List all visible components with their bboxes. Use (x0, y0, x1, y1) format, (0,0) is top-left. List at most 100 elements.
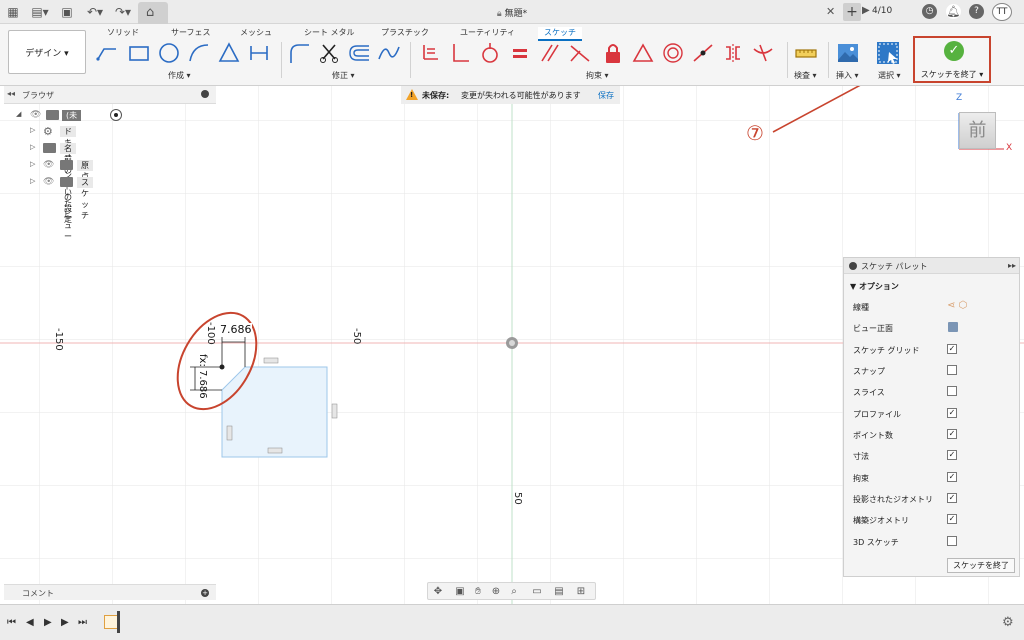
slice-checkbox[interactable] (947, 386, 957, 396)
equal-constraint-icon[interactable] (508, 41, 532, 65)
last-step-icon[interactable]: ⏭ (78, 617, 87, 628)
constraint-glyph[interactable] (263, 357, 279, 364)
select-group-label[interactable]: 選択 ▾ (878, 70, 901, 81)
tab-sketch[interactable]: スケッチ (538, 27, 582, 41)
clock-icon[interactable]: ◷ (922, 4, 937, 19)
activate-icon[interactable] (110, 109, 122, 121)
expand-icon[interactable]: ◢ (16, 110, 21, 118)
eye-hidden-icon[interactable]: 👁︎ (43, 160, 55, 170)
arc-tool-icon[interactable] (187, 41, 211, 65)
smooth-constraint-icon[interactable] (751, 41, 775, 65)
previous-step-icon[interactable]: ◀ (26, 617, 34, 628)
plus-icon[interactable]: + (843, 3, 861, 21)
sketch-profile[interactable] (221, 366, 328, 458)
select-tool-icon[interactable] (876, 41, 900, 65)
tab-plastic[interactable]: プラスチック (381, 27, 429, 38)
display-settings-icon[interactable]: ▭ (530, 585, 544, 598)
symmetry-constraint-icon[interactable] (721, 41, 745, 65)
create-group-label[interactable]: 作成 ▾ (168, 70, 191, 81)
offset-tool-icon[interactable] (347, 41, 371, 65)
concentric-constraint-icon[interactable] (661, 41, 685, 65)
constraints-group-label[interactable]: 拘束 ▾ (586, 70, 609, 81)
polygon-tool-icon[interactable] (217, 41, 241, 65)
tab-mesh[interactable]: メッシュ (240, 27, 272, 38)
circle-tool-icon[interactable] (157, 41, 181, 65)
3d-sketch-checkbox[interactable] (947, 536, 957, 546)
grid-icon[interactable]: ▦ (6, 4, 20, 20)
close-icon[interactable]: ✕ (826, 5, 835, 18)
expand-icon[interactable]: ▷ (30, 160, 35, 168)
palette-expand-icon[interactable]: ▸▸ (1008, 261, 1016, 270)
triangle-constraint-icon[interactable] (631, 41, 655, 65)
collinear-constraint-icon[interactable] (568, 41, 592, 65)
save-icon[interactable]: ▣ (60, 4, 74, 20)
eye-icon[interactable]: 👁︎ (43, 177, 55, 187)
eye-icon[interactable]: 👁︎ (30, 110, 42, 120)
constraint-glyph[interactable] (331, 403, 338, 419)
constraint-glyph[interactable] (226, 425, 233, 441)
grid-settings-icon[interactable]: ▤ (552, 585, 566, 598)
tangent-constraint-icon[interactable] (478, 41, 502, 65)
midpoint-constraint-icon[interactable] (691, 41, 715, 65)
dimension-value-horizontal[interactable]: 7.686 (220, 323, 252, 336)
slot-tool-icon[interactable] (247, 41, 271, 65)
spline-tool-icon[interactable] (377, 41, 401, 65)
grid-checkbox[interactable]: ✓ (947, 344, 957, 354)
look-at-icon[interactable]: ▣ (453, 585, 467, 598)
timeline-settings-icon[interactable]: ⚙ (1002, 615, 1014, 630)
trim-tool-icon[interactable] (317, 41, 341, 65)
expand-icon[interactable]: ▷ (30, 126, 35, 134)
insert-image-icon[interactable] (836, 41, 860, 65)
browser-panel[interactable]: ◂◂ ブラウザ (4, 86, 216, 104)
modify-group-label[interactable]: 修正 ▾ (332, 70, 355, 81)
first-step-icon[interactable]: ⏮ (7, 617, 16, 628)
tab-utility[interactable]: ユーティリティ (460, 27, 515, 38)
comments-panel[interactable]: コメント + (4, 584, 216, 600)
tab-sheet-metal[interactable]: シート メタル (304, 27, 355, 38)
parallel-constraint-icon[interactable] (538, 41, 562, 65)
rectangle-tool-icon[interactable] (127, 41, 151, 65)
job-status[interactable]: 4/10 (872, 6, 892, 16)
palette-finish-sketch-button[interactable]: スケッチを終了 (947, 558, 1015, 573)
snap-checkbox[interactable] (947, 365, 957, 375)
tab-solid[interactable]: ソリッド (107, 27, 139, 38)
line-tool-icon[interactable] (95, 41, 119, 65)
sketch-point[interactable] (219, 364, 225, 370)
constraint-glyph[interactable] (267, 447, 283, 454)
avatar[interactable]: TT (992, 3, 1012, 21)
save-link[interactable]: 保存 (598, 90, 614, 101)
dimensions-checkbox[interactable]: ✓ (947, 450, 957, 460)
redo-icon[interactable]: ↷▾ (112, 4, 134, 20)
zoom-icon[interactable]: ⊕ (489, 585, 503, 598)
undo-icon[interactable]: ↶▾ (84, 4, 106, 20)
dimension-value-vertical[interactable]: fx: 7.686 (197, 354, 208, 399)
lock-constraint-icon[interactable] (601, 41, 625, 65)
timeline-marker[interactable] (117, 611, 120, 633)
play-icon[interactable]: ▶ (44, 617, 52, 628)
perpendicular-constraint-icon[interactable] (448, 41, 472, 65)
look-at-icon[interactable] (948, 322, 958, 332)
collapse-icon[interactable]: ◂◂ (7, 89, 15, 98)
pan-icon[interactable]: ✋︎ (471, 585, 485, 598)
palette-minus-icon[interactable] (849, 262, 857, 270)
measure-tool-icon[interactable] (794, 41, 818, 65)
browser-minus-icon[interactable] (201, 90, 209, 98)
profile-checkbox[interactable]: ✓ (947, 408, 957, 418)
palette-section-options[interactable]: ▼ オプション (850, 281, 899, 292)
constraints-checkbox[interactable]: ✓ (947, 472, 957, 482)
projected-geometry-checkbox[interactable]: ✓ (947, 493, 957, 503)
viewports-icon[interactable]: ⊞ (574, 585, 588, 598)
insert-group-label[interactable]: 挿入 ▾ (836, 70, 859, 81)
home-tab[interactable]: ⌂ (138, 2, 168, 24)
orbit-icon[interactable]: ✥ (431, 585, 445, 598)
tab-surface[interactable]: サーフェス (171, 27, 211, 38)
inspect-group-label[interactable]: 検査 ▾ (794, 70, 817, 81)
construction-geometry-checkbox[interactable]: ✓ (947, 514, 957, 524)
workspace-dropdown[interactable]: デザイン ▾ (8, 30, 86, 74)
fit-icon[interactable]: ⌕ (507, 585, 521, 598)
view-cube[interactable]: 前 (959, 112, 996, 149)
fix-constraint-icon[interactable] (418, 41, 442, 65)
add-comment-icon[interactable]: + (201, 589, 209, 597)
palette-header[interactable]: スケッチ パレット ▸▸ (844, 258, 1019, 274)
job-icon[interactable]: ▶ (862, 5, 870, 16)
